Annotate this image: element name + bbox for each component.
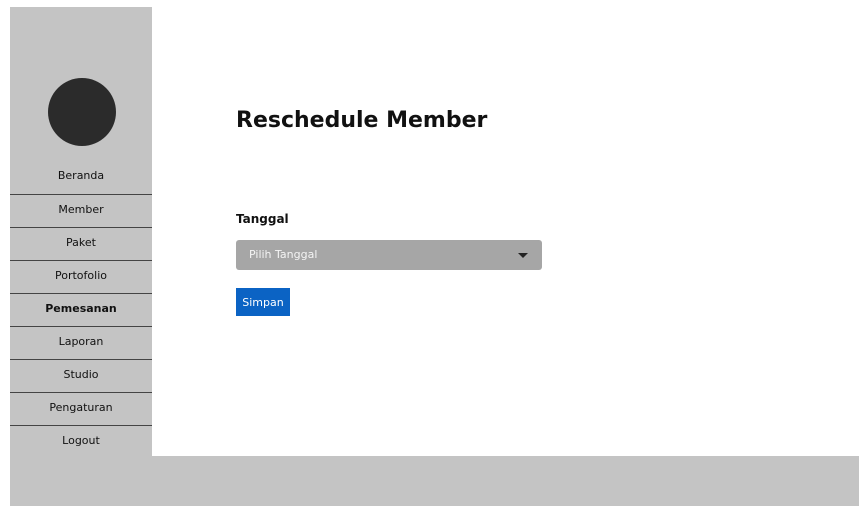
- save-button[interactable]: Simpan: [236, 288, 290, 316]
- date-select-placeholder: Pilih Tanggal: [249, 248, 318, 261]
- sidebar-item-pemesanan[interactable]: Pemesanan: [10, 294, 152, 327]
- date-select[interactable]: Pilih Tanggal: [236, 240, 542, 270]
- sidebar-nav: Beranda Member Paket Portofolio Pemesana…: [10, 159, 152, 459]
- sidebar: Beranda Member Paket Portofolio Pemesana…: [10, 7, 152, 459]
- avatar: [48, 78, 116, 146]
- sidebar-item-member[interactable]: Member: [10, 195, 152, 228]
- page-title: Reschedule Member: [236, 108, 488, 133]
- sidebar-item-pengaturan[interactable]: Pengaturan: [10, 393, 152, 426]
- caret-down-icon: [518, 253, 528, 258]
- sidebar-item-portofolio[interactable]: Portofolio: [10, 261, 152, 294]
- sidebar-item-laporan[interactable]: Laporan: [10, 327, 152, 360]
- sidebar-item-logout[interactable]: Logout: [10, 426, 152, 459]
- date-field-label: Tanggal: [236, 212, 289, 226]
- footer-bar: [10, 456, 859, 506]
- sidebar-item-beranda[interactable]: Beranda: [10, 159, 152, 195]
- sidebar-item-paket[interactable]: Paket: [10, 228, 152, 261]
- sidebar-item-studio[interactable]: Studio: [10, 360, 152, 393]
